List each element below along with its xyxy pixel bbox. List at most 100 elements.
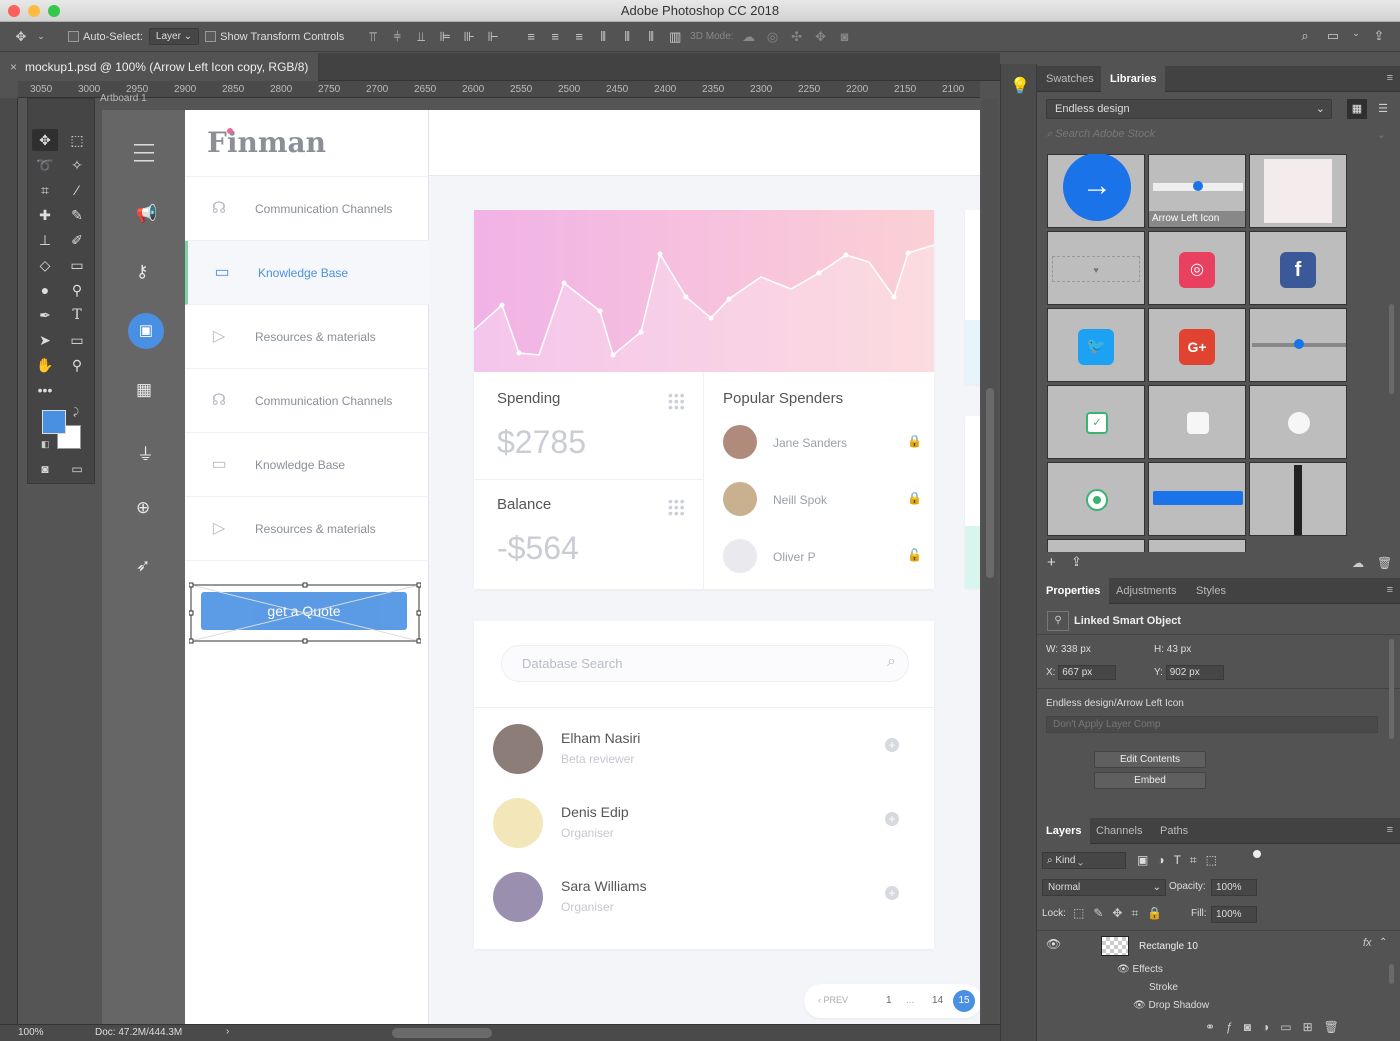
zoom-level[interactable]: 100%	[18, 1027, 44, 1038]
tab-libraries[interactable]: Libraries	[1101, 66, 1166, 92]
distribute-vcenter-icon[interactable]: ≡	[546, 29, 564, 44]
grid-dots-icon[interactable]: ••• ••• •••	[668, 388, 685, 414]
search-icon[interactable]: ⌕	[887, 653, 896, 671]
effects-row[interactable]: 👁 Effects	[1117, 964, 1163, 975]
library-tile[interactable]: 🐦	[1047, 308, 1145, 382]
add-person-icon[interactable]: +	[885, 886, 899, 900]
sidebar-nav-item[interactable]: ▭ Knowledge Base	[185, 433, 429, 497]
grid-dots-icon[interactable]: ••• ••• •••	[668, 494, 685, 520]
rectangle-tool-icon[interactable]: ▭	[64, 329, 90, 351]
spender-row[interactable]: Oliver P 🔓	[723, 539, 923, 575]
hamburger-icon[interactable]: ― ― ―	[134, 134, 156, 170]
horizontal-scroll-thumb[interactable]	[392, 1028, 492, 1038]
rocket-icon[interactable]: ➶	[136, 556, 150, 576]
vertical-scroll-thumb[interactable]	[986, 388, 994, 578]
spender-row[interactable]: Jane Sanders 🔒	[723, 425, 923, 461]
stamp-tool-icon[interactable]: ⊥	[32, 229, 58, 251]
close-tab-icon[interactable]: ×	[10, 60, 17, 74]
fx-icon[interactable]: fx	[1363, 937, 1372, 949]
more-tools-icon[interactable]: •••	[32, 379, 58, 401]
person-row[interactable]: Denis Edip Organiser +	[493, 798, 913, 850]
edit-contents-button[interactable]: Edit Contents	[1094, 751, 1206, 768]
default-colors-icon[interactable]: ◧	[41, 439, 50, 450]
layers-scrollbar[interactable]	[1389, 964, 1394, 984]
vertical-scrollbar[interactable]	[982, 98, 998, 1024]
zoom-tool-icon[interactable]: ⚲	[64, 354, 90, 376]
marquee-tool-icon[interactable]: ⬚	[64, 129, 90, 151]
library-tile[interactable]	[1047, 539, 1145, 552]
align-hcenter-icon[interactable]: ⊪	[460, 29, 478, 45]
image-icon[interactable]: ▣	[128, 313, 164, 349]
prev-page-button[interactable]: ‹ PREV	[818, 995, 848, 1005]
align-bottom-icon[interactable]: ⫫	[412, 29, 430, 45]
library-tile[interactable]	[1249, 385, 1347, 459]
transform-bounding-box[interactable]	[189, 582, 421, 644]
upload-icon[interactable]: ⇪	[1071, 554, 1082, 570]
align-right-icon[interactable]: ⊩	[484, 29, 502, 45]
library-tile[interactable]	[1148, 385, 1246, 459]
minimize-window-button[interactable]	[28, 5, 40, 17]
orbit-3d-icon[interactable]: ☁	[740, 29, 758, 45]
x-input[interactable]: 667 px	[1058, 665, 1117, 680]
move-tool-icon[interactable]: ✥	[12, 29, 30, 45]
align-vcenter-icon[interactable]: ⫩	[388, 29, 406, 45]
library-tile[interactable]: ✓	[1047, 385, 1145, 459]
artboard[interactable]: ― ― ― 📢 ⚷ ▣ ▦ ⏚ ⊕ ➶ Finman ☊ Communication …	[102, 110, 980, 1024]
library-tile[interactable]	[1148, 462, 1246, 536]
tab-channels[interactable]: Channels	[1087, 818, 1151, 844]
foreground-color-swatch[interactable]	[42, 410, 66, 434]
dodge-tool-icon[interactable]: ⚲	[64, 279, 90, 301]
distribute-bottom-icon[interactable]: ≡	[570, 29, 588, 44]
align-left-icon[interactable]: ⊫	[436, 29, 454, 45]
document-tab[interactable]: × mockup1.psd @ 100% (Arrow Left Icon cop…	[0, 53, 319, 81]
eraser-tool-icon[interactable]: ◇	[32, 254, 58, 276]
type-tool-icon[interactable]: T	[64, 304, 90, 326]
layer-filter-icons[interactable]: ▣◑T⌗⬚	[1137, 853, 1226, 868]
share-icon[interactable]: ⇪	[1370, 28, 1388, 44]
layers-footer-icons[interactable]: ⚭ƒ◙◑▭⊞🗑	[1205, 1020, 1350, 1034]
auto-select-checkbox[interactable]: Auto-Select:	[68, 31, 143, 43]
brand-logo[interactable]: Finman	[207, 126, 326, 159]
trash-icon[interactable]: 🗑	[1377, 556, 1392, 570]
tab-properties[interactable]: Properties	[1037, 578, 1110, 604]
layer-comp-dropdown[interactable]: Don't Apply Layer Comp	[1046, 716, 1378, 733]
distribute-hcenter-icon[interactable]: ⦀	[618, 29, 636, 45]
library-tile[interactable]	[1249, 154, 1347, 228]
healing-brush-icon[interactable]: ✚	[32, 204, 58, 226]
cloud-sync-icon[interactable]: ☁	[1352, 556, 1364, 570]
distribute-left-icon[interactable]: ⦀	[594, 29, 612, 45]
drop-shadow-row[interactable]: 👁 Drop Shadow	[1133, 1000, 1209, 1011]
tab-styles[interactable]: Styles	[1187, 578, 1235, 604]
tab-paths[interactable]: Paths	[1151, 818, 1197, 844]
add-person-icon[interactable]: +	[885, 812, 899, 826]
grid-view-icon[interactable]: ▦	[1347, 99, 1367, 119]
lock-icons[interactable]: ⬚✎✥⌗🔒	[1073, 906, 1171, 921]
swap-colors-icon[interactable]: ⤸	[73, 407, 79, 418]
distribute-right-icon[interactable]: ⦀	[642, 29, 660, 45]
drag-3d-icon[interactable]: ✣	[788, 29, 806, 45]
library-tile[interactable]: ◎	[1148, 231, 1246, 305]
library-dropdown[interactable]: Endless design ⌄	[1046, 99, 1332, 119]
page-1-button[interactable]: 1	[886, 995, 892, 1006]
chevron-up-icon[interactable]: ⌃	[1379, 937, 1387, 948]
library-tile[interactable]: →	[1047, 154, 1145, 228]
crop-tool-icon[interactable]: ⌗	[32, 179, 58, 201]
magic-wand-icon[interactable]: ✧	[64, 154, 90, 176]
lock-icon[interactable]: 🔒	[907, 491, 922, 505]
eye-icon[interactable]: 👁	[1046, 937, 1061, 951]
slide-3d-icon[interactable]: ✥	[812, 29, 830, 45]
brush-tool-icon[interactable]: ✎	[64, 204, 90, 226]
tab-layers[interactable]: Layers	[1037, 818, 1091, 844]
stroke-effect[interactable]: Stroke	[1149, 982, 1178, 993]
calendar-icon[interactable]: ▦	[136, 380, 152, 400]
sidebar-nav-item[interactable]: ▷ Resources & materials	[185, 305, 429, 369]
key-icon[interactable]: ⚷	[136, 262, 148, 282]
roll-3d-icon[interactable]: ◎	[764, 29, 782, 45]
blur-tool-icon[interactable]: ●	[32, 279, 58, 301]
lightbulb-icon[interactable]: 💡	[1010, 76, 1030, 96]
close-window-button[interactable]	[8, 5, 20, 17]
lasso-tool-icon[interactable]: ➰	[32, 154, 58, 176]
move-tool-icon[interactable]: ✥	[32, 129, 58, 151]
layer-name[interactable]: Rectangle 10	[1139, 941, 1198, 952]
auto-select-dropdown[interactable]: Layer ⌄	[148, 28, 200, 45]
